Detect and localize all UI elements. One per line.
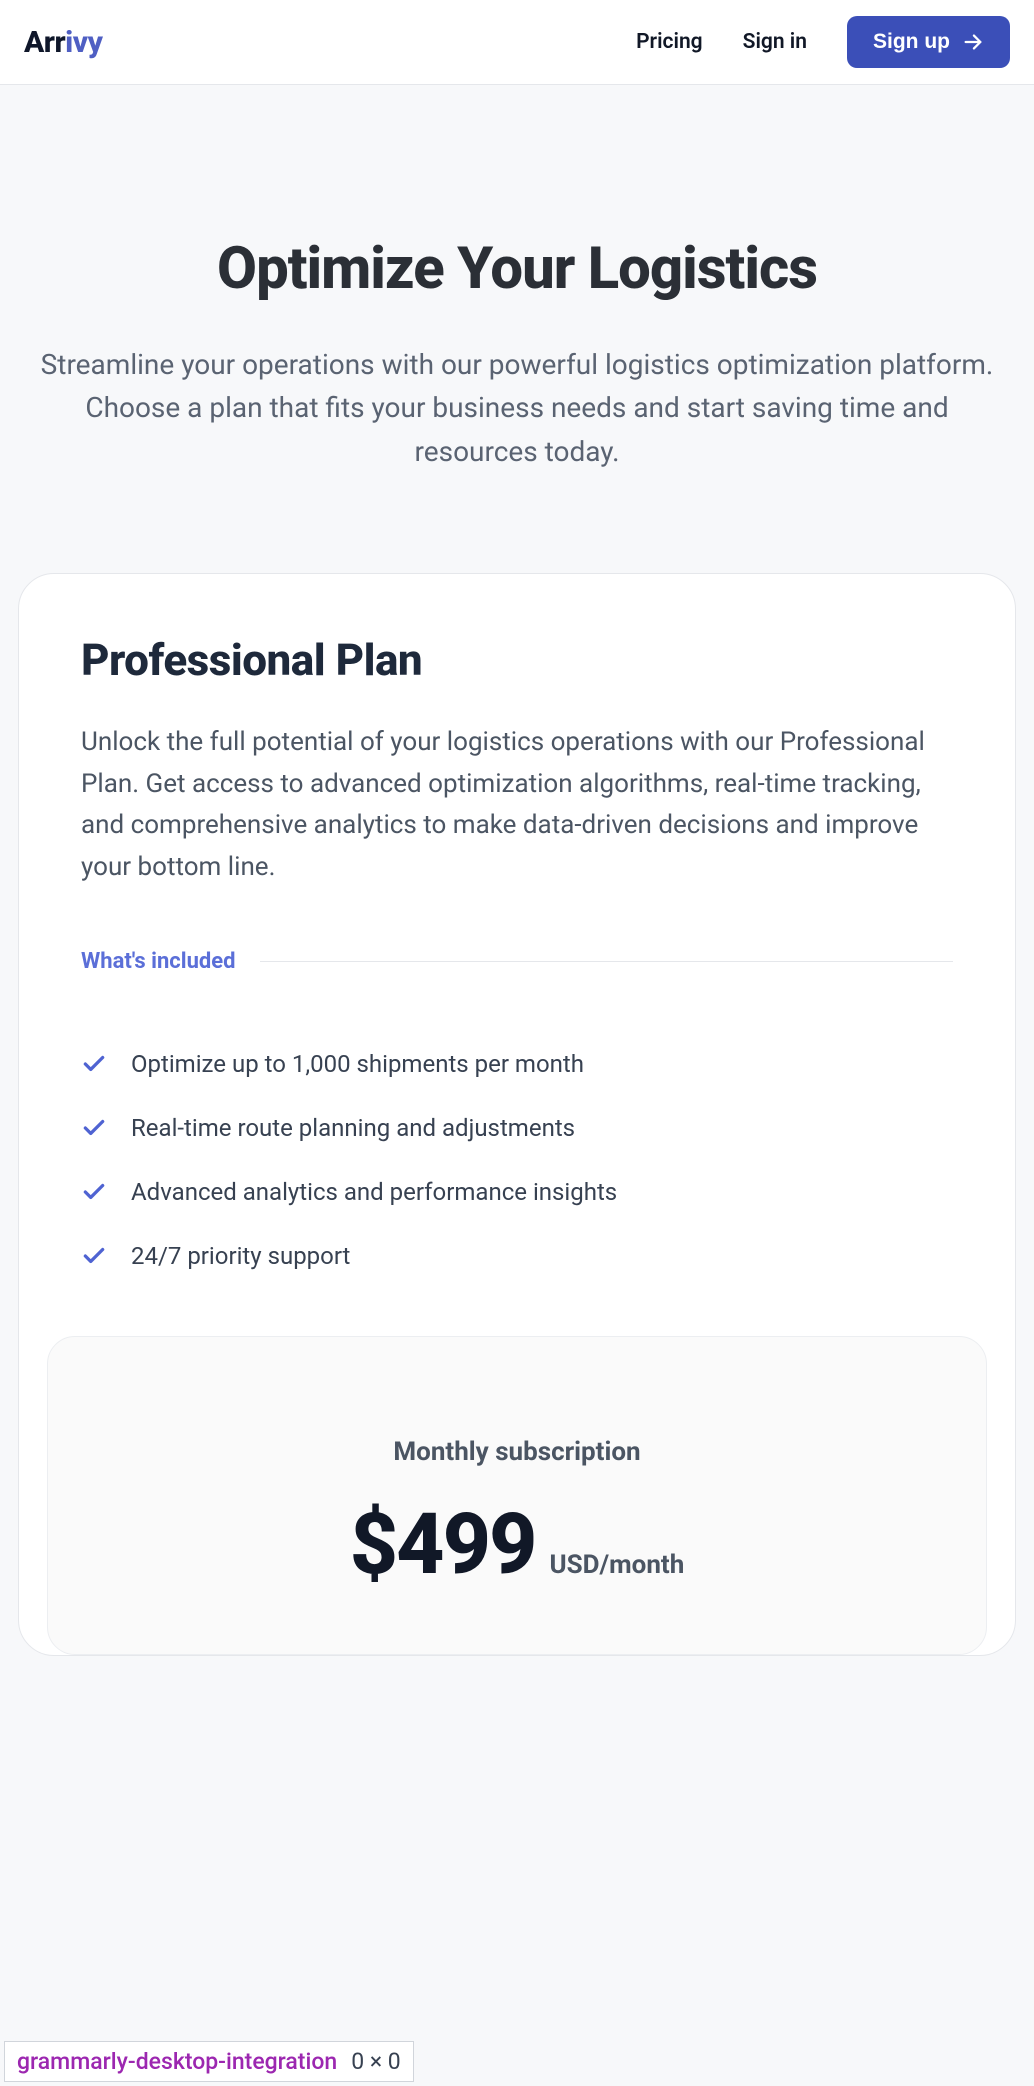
nav-pricing[interactable]: Pricing xyxy=(636,30,703,54)
hero: Optimize Your Logistics Streamline your … xyxy=(0,85,1034,573)
feature-item: Advanced analytics and performance insig… xyxy=(81,1160,953,1224)
signup-button[interactable]: Sign up xyxy=(847,16,1010,68)
overlay-dimensions: 0 × 0 xyxy=(351,2048,401,2075)
price-unit: USD/month xyxy=(549,1550,684,1580)
check-icon xyxy=(81,1243,107,1269)
feature-item: Optimize up to 1,000 shipments per month xyxy=(81,1032,953,1096)
feature-text: Real-time route planning and adjustments xyxy=(131,1114,575,1142)
check-icon xyxy=(81,1179,107,1205)
logo-part2: ivy xyxy=(65,25,102,60)
feature-text: Advanced analytics and performance insig… xyxy=(131,1178,617,1206)
plan-description: Unlock the full potential of your logist… xyxy=(81,722,953,888)
feature-text: 24/7 priority support xyxy=(131,1242,350,1270)
logo-part1: Arr xyxy=(24,25,65,60)
included-header: What's included xyxy=(81,949,953,974)
devtools-overlay: grammarly-desktop-integration 0 × 0 xyxy=(4,2041,414,2082)
feature-item: 24/7 priority support xyxy=(81,1224,953,1288)
nav-signin[interactable]: Sign in xyxy=(743,30,807,54)
price-line: $499 USD/month xyxy=(88,1495,946,1594)
overlay-element-name: grammarly-desktop-integration xyxy=(17,2048,337,2075)
features-list: Optimize up to 1,000 shipments per month… xyxy=(81,1032,953,1288)
header: Arrivy Pricing Sign in Sign up xyxy=(0,0,1034,85)
feature-item: Real-time route planning and adjustments xyxy=(81,1096,953,1160)
check-icon xyxy=(81,1115,107,1141)
price-label: Monthly subscription xyxy=(88,1437,946,1467)
hero-title: Optimize Your Logistics xyxy=(30,235,1004,303)
feature-text: Optimize up to 1,000 shipments per month xyxy=(131,1050,584,1078)
logo[interactable]: Arrivy xyxy=(24,25,102,60)
divider-line xyxy=(260,961,953,962)
price-amount: $499 xyxy=(350,1495,536,1594)
plan-card: Professional Plan Unlock the full potent… xyxy=(18,573,1016,1655)
price-box: Monthly subscription $499 USD/month xyxy=(47,1336,987,1655)
check-icon xyxy=(81,1051,107,1077)
signup-label: Sign up xyxy=(873,30,950,54)
plan-title: Professional Plan xyxy=(81,634,953,686)
nav: Pricing Sign in Sign up xyxy=(636,16,1010,68)
hero-subtitle: Streamline your operations with our powe… xyxy=(37,343,997,473)
arrow-right-icon xyxy=(962,31,984,53)
included-label: What's included xyxy=(81,949,236,974)
